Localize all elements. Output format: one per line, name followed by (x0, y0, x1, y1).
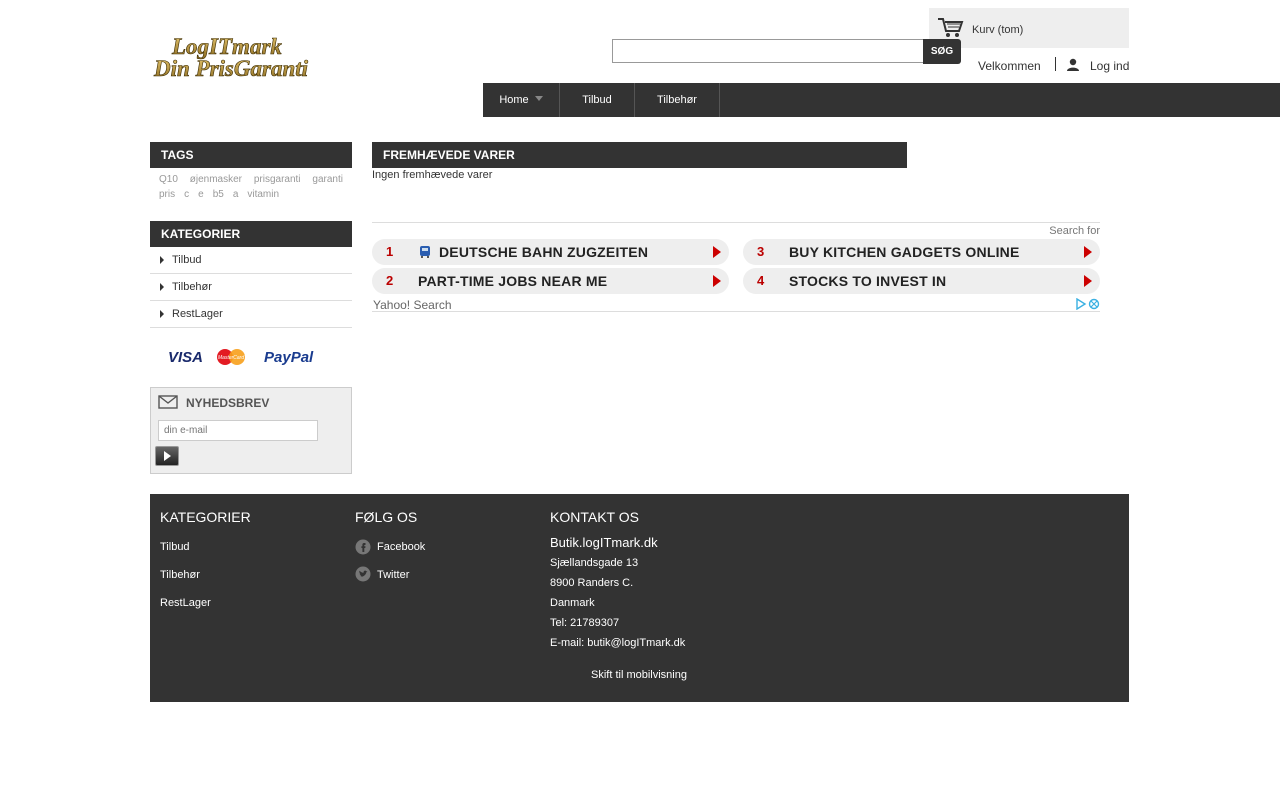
user-icon (1066, 58, 1080, 75)
nav-item-home[interactable]: Home (483, 83, 560, 117)
ad-block: Search for 1 DEUTSCHE BAHN ZUGZEITEN 2 P… (372, 222, 1100, 312)
featured-heading: FREMHÆVEDE VARER (372, 142, 907, 168)
footer-link-restlager[interactable]: RestLager (160, 597, 211, 609)
newsletter-email-field[interactable] (158, 420, 318, 441)
tag-link[interactable]: c (184, 187, 189, 202)
play-icon (713, 246, 721, 258)
nav-item-label: Tilbehør (657, 94, 697, 106)
footer: KATEGORIER Tilbud Tilbehør RestLager FØL… (150, 494, 1129, 702)
ad-text: BUY KITCHEN GADGETS ONLINE (789, 244, 1020, 260)
footer-contact-heading: KONTAKT OS (550, 509, 639, 525)
sidebar-item-label: Tilbehør (172, 281, 212, 293)
ad-link-3[interactable]: 3 BUY KITCHEN GADGETS ONLINE (743, 239, 1100, 265)
site-logo[interactable]: LogITmark Din PrisGaranti (150, 30, 330, 86)
tag-link[interactable]: prisgaranti (254, 172, 301, 187)
ad-number: 3 (757, 244, 765, 259)
chevron-right-icon (160, 256, 164, 264)
footer-shop-name: Butik.logITmark.dk (550, 535, 658, 550)
twitter-icon (355, 566, 371, 585)
header-divider (1055, 57, 1056, 71)
no-featured-message: Ingen fremhævede varer (372, 169, 493, 181)
ad-number: 2 (386, 273, 394, 288)
sidebar-item-tilbud[interactable]: Tilbud (150, 247, 352, 274)
ad-number: 1 (386, 244, 394, 259)
sidebar-item-tilbehor[interactable]: Tilbehør (150, 274, 352, 301)
nav-item-tilbud[interactable]: Tilbud (560, 83, 635, 117)
chevron-right-icon (160, 310, 164, 318)
tag-link[interactable]: pris (159, 187, 175, 202)
newsletter-title: NYHEDSBREV (186, 396, 270, 410)
sidebar-item-label: RestLager (172, 308, 223, 320)
tag-link[interactable]: vitamin (247, 187, 279, 202)
visa-logo-icon: VISA (168, 349, 203, 366)
play-icon (1084, 275, 1092, 287)
ad-provider-label[interactable]: Yahoo! Search (373, 298, 452, 312)
ad-link-4[interactable]: 4 STOCKS TO INVEST IN (743, 268, 1100, 294)
svg-text:MasterCard: MasterCard (218, 355, 244, 361)
play-icon (1084, 246, 1092, 258)
categories-heading: KATEGORIER (150, 221, 352, 247)
logo-text-line2: Din PrisGaranti (153, 56, 309, 81)
mastercard-logo-icon: MasterCard (217, 349, 245, 365)
sidebar-item-restlager[interactable]: RestLager (150, 301, 352, 328)
footer-link-tilbud[interactable]: Tilbud (160, 541, 190, 553)
ad-text: PART-TIME JOBS NEAR ME (418, 273, 608, 289)
footer-link-tilbehor[interactable]: Tilbehør (160, 569, 200, 581)
tags-heading: TAGS (150, 142, 352, 168)
ad-search-for-label: Search for (1049, 225, 1100, 237)
ad-link-2[interactable]: 2 PART-TIME JOBS NEAR ME (372, 268, 729, 294)
train-icon (418, 245, 432, 262)
nav-item-tilbehor[interactable]: Tilbehør (635, 83, 720, 117)
main-nav: Home Tilbud Tilbehør (483, 83, 1280, 117)
chevron-right-icon (160, 283, 164, 291)
nav-item-label: Home (499, 94, 529, 106)
nav-item-label: Tilbud (582, 94, 612, 106)
footer-link-facebook[interactable]: Facebook (377, 541, 425, 553)
ad-number: 4 (757, 273, 765, 288)
footer-address-city: 8900 Randers C. (550, 577, 634, 589)
tag-link[interactable]: øjenmasker (190, 172, 242, 187)
tag-link[interactable]: Q10 (159, 172, 178, 187)
play-icon (713, 275, 721, 287)
footer-address-street: Sjællandsgade 13 (550, 557, 639, 569)
play-icon (164, 451, 171, 461)
ad-text: STOCKS TO INVEST IN (789, 273, 947, 289)
newsletter-box: NYHEDSBREV (150, 387, 352, 474)
newsletter-submit-button[interactable] (155, 446, 179, 466)
paypal-logo-icon: PayPal (264, 349, 314, 366)
ad-link-1[interactable]: 1 DEUTSCHE BAHN ZUGZEITEN (372, 239, 729, 265)
tag-cloud: Q10 øjenmasker prisgaranti garanti pris … (150, 170, 352, 204)
tag-link[interactable]: e (198, 187, 204, 202)
adchoices-icon[interactable] (1076, 297, 1100, 313)
footer-phone: Tel: 21789307 (550, 617, 620, 629)
login-link[interactable]: Log ind (1090, 59, 1129, 73)
chevron-down-icon (534, 95, 543, 101)
footer-email[interactable]: E-mail: butik@logITmark.dk (550, 637, 685, 649)
facebook-icon (355, 539, 371, 558)
search-button[interactable]: SØG (923, 39, 961, 64)
envelope-icon (158, 394, 180, 413)
payment-logos: VISA MasterCard PayPal (168, 344, 328, 368)
mobile-view-link[interactable]: Skift til mobilvisning (591, 669, 687, 681)
welcome-text: Velkommen (978, 59, 1041, 73)
footer-link-twitter[interactable]: Twitter (377, 569, 409, 581)
footer-address-country: Danmark (550, 597, 595, 609)
footer-follow-heading: FØLG OS (355, 509, 418, 525)
tag-link[interactable]: garanti (312, 172, 343, 187)
svg-text:PayPal: PayPal (264, 349, 314, 366)
tag-link[interactable]: b5 (213, 187, 224, 202)
svg-text:VISA: VISA (168, 349, 203, 366)
search-input[interactable] (612, 39, 924, 63)
tag-link[interactable]: a (233, 187, 239, 202)
footer-categories-heading: KATEGORIER (160, 509, 251, 525)
ad-text: DEUTSCHE BAHN ZUGZEITEN (439, 244, 649, 260)
cart-label: Kurv (tom) (972, 24, 1024, 36)
sidebar-item-label: Tilbud (172, 254, 202, 266)
